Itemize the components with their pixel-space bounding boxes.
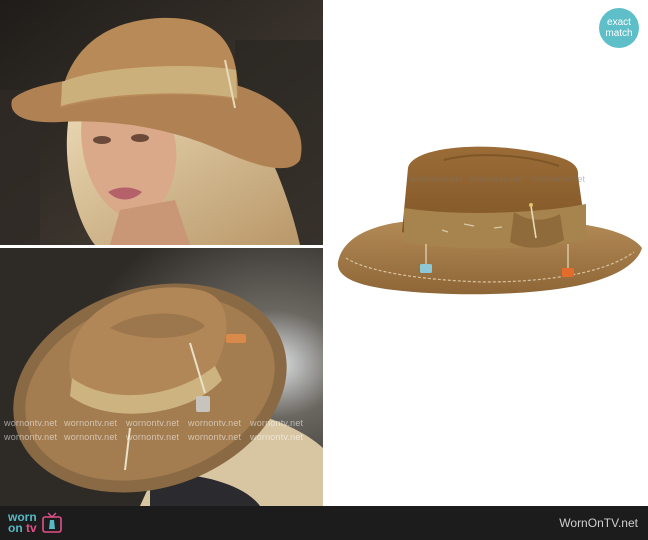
exact-match-badge: exact match: [599, 8, 639, 48]
watermark-bottom-7: wornontv.net: [64, 432, 118, 442]
brand-logo[interactable]: worn on tv: [8, 511, 62, 535]
logo-tv-text: tv: [26, 521, 37, 535]
watermark-bottom-2: wornontv.net: [64, 418, 118, 428]
photo-bottom: [0, 248, 323, 506]
watermark-bottom-5: wornontv.net: [250, 418, 304, 428]
photo-top: [0, 0, 323, 245]
watermark-bottom-3: wornontv.net: [126, 418, 180, 428]
watermark-product-3: wornontv.net: [532, 174, 586, 184]
watermark-bottom-4: wornontv.net: [188, 418, 242, 428]
site-name[interactable]: WornOnTV.net: [559, 516, 638, 530]
product-hat-image: [337, 146, 642, 295]
scene-woman-hat-top: [0, 248, 323, 506]
logo-on-text: on: [8, 521, 26, 535]
footer-bar: worn on tv WornOnTV.net: [0, 506, 648, 540]
scene-woman-hat-front: [0, 0, 323, 245]
watermark-bottom-1: wornontv.net: [4, 418, 58, 428]
watermark-bottom-8: wornontv.net: [126, 432, 180, 442]
watermark-product-1: wornontv.net: [410, 174, 464, 184]
tv-dress-icon: [41, 512, 62, 533]
watermark-bottom-9: wornontv.net: [188, 432, 242, 442]
watermark-bottom-6: wornontv.net: [4, 432, 58, 442]
logo-ontv-text: on tv: [8, 521, 37, 535]
product-photo: [324, 0, 648, 506]
watermark-product-2: wornontv.net: [470, 174, 524, 184]
badge-line1: exact: [607, 17, 631, 28]
badge-line2: match: [605, 28, 633, 39]
watermark-bottom-10: wornontv.net: [250, 432, 304, 442]
